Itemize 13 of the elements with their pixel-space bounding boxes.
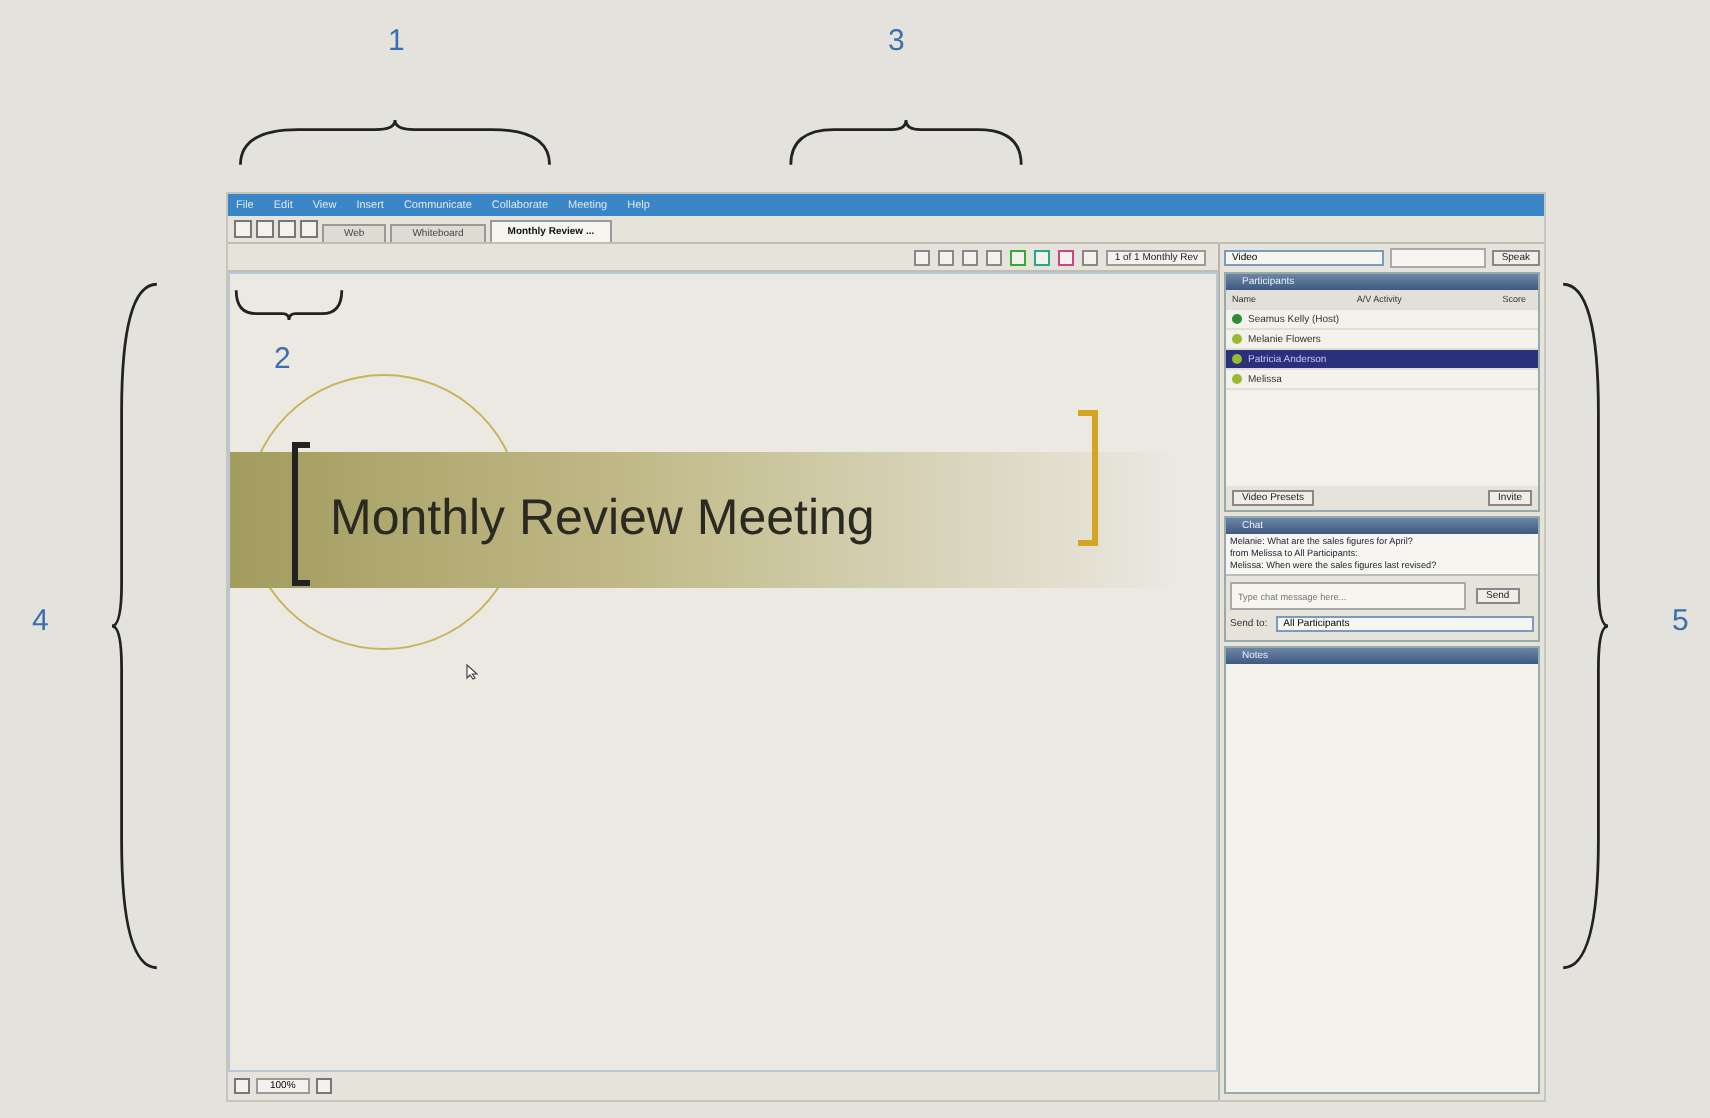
brace-drawing	[234, 288, 344, 320]
callout-number: 4	[32, 604, 49, 638]
callout-number: 3	[888, 24, 905, 58]
input-field[interactable]	[1389, 247, 1486, 267]
slide-title: Monthly Review Meeting	[330, 490, 875, 548]
callout-number: 5	[1672, 604, 1689, 638]
cursor-icon	[466, 664, 478, 680]
toolbar-icon[interactable]	[315, 1078, 332, 1094]
bracket-drawing	[292, 442, 310, 586]
callout-number: 2	[274, 342, 291, 376]
bracket-drawing	[1078, 410, 1098, 546]
toolbar-icon[interactable]	[234, 1078, 250, 1094]
callout-number: 1	[388, 24, 405, 58]
